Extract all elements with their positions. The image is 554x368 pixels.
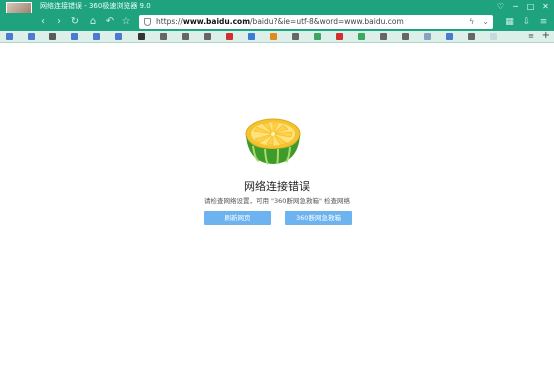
tab-list-icon[interactable]: ≡ xyxy=(528,32,534,40)
address-bar[interactable]: https://www.baidu.com/baidu?&ie=utf-8&wo… xyxy=(139,15,493,29)
tab-favicon-icon[interactable] xyxy=(292,33,299,40)
security-shield-icon xyxy=(144,18,151,26)
close-icon[interactable]: ✕ xyxy=(541,1,550,12)
apps-grid-icon[interactable]: ▦ xyxy=(505,15,514,29)
home-button[interactable]: ⌂ xyxy=(86,15,100,29)
page-content xyxy=(0,43,554,368)
tab-favicon-icon[interactable] xyxy=(49,33,56,40)
tab-favicon-icon[interactable] xyxy=(446,33,453,40)
tab-favicon-icon[interactable] xyxy=(28,33,35,40)
tab-favicon-icon[interactable] xyxy=(115,33,122,40)
download-icon[interactable]: ⇩ xyxy=(522,15,531,29)
tab-bar: ≡ + xyxy=(0,30,554,43)
tab-favicon-icon[interactable] xyxy=(468,33,475,40)
tab-favicon-icon[interactable] xyxy=(402,33,409,40)
address-url[interactable]: https://www.baidu.com/baidu?&ie=utf-8&wo… xyxy=(156,15,404,29)
url-domain: www.baidu.com xyxy=(182,17,251,26)
url-prefix: https:// xyxy=(156,17,183,26)
refresh-page-button[interactable]: 刷新网页 xyxy=(204,211,271,225)
network-first-aid-button[interactable]: 360断网急救箱 xyxy=(285,211,352,225)
tab-favicon-icon[interactable] xyxy=(204,33,211,40)
tab-favicon-icon[interactable] xyxy=(93,33,100,40)
window-title: 网络连接错误 - 360极速浏览器 9.0 xyxy=(40,2,151,10)
tab-favicon-icon[interactable] xyxy=(424,33,431,40)
navigation-bar: ‹ › ↻ ⌂ ↶ ☆ https://www.baidu.com/baidu?… xyxy=(0,13,554,31)
back-button[interactable]: ‹ xyxy=(36,15,50,29)
maximize-icon[interactable]: □ xyxy=(526,1,535,12)
bookmark-star-button[interactable]: ☆ xyxy=(119,15,133,29)
forward-button[interactable]: › xyxy=(52,15,66,29)
tab-favicon-icon[interactable] xyxy=(358,33,365,40)
tab-favicon-icon[interactable] xyxy=(270,33,277,40)
tab-favicon-icon[interactable] xyxy=(6,33,13,40)
tab-favicon-icon[interactable] xyxy=(138,33,145,40)
tab-favicon-icon[interactable] xyxy=(380,33,387,40)
reload-button[interactable]: ↻ xyxy=(68,15,82,29)
minimize-icon[interactable]: ─ xyxy=(511,1,520,12)
title-bar: 网络连接错误 - 360极速浏览器 9.0 ♡ ─ □ ✕ xyxy=(0,0,554,13)
tab-favicon-icon[interactable] xyxy=(160,33,167,40)
tab-favicon-icon[interactable] xyxy=(182,33,189,40)
address-dropdown-icon[interactable]: ⌄ xyxy=(482,15,489,29)
address-icons: ϟ ⌄ xyxy=(469,15,489,29)
tab-favicon-icon[interactable] xyxy=(314,33,321,40)
url-path: /baidu?&ie=utf-8&word=www.baidu.com xyxy=(250,17,404,26)
tab-favicon-icon[interactable] xyxy=(71,33,78,40)
tab-favicon-icon[interactable] xyxy=(226,33,233,40)
new-tab-icon[interactable]: + xyxy=(542,30,550,41)
speed-mode-icon[interactable]: ϟ xyxy=(469,15,474,29)
favorite-heart-icon[interactable]: ♡ xyxy=(496,1,505,12)
tab-favicon-icon[interactable] xyxy=(490,33,497,40)
tab-favicon-icon[interactable] xyxy=(336,33,343,40)
error-title: 网络连接错误 xyxy=(244,180,310,193)
browser-window: 网络连接错误 - 360极速浏览器 9.0 ♡ ─ □ ✕ ‹ › ↻ ⌂ ↶ … xyxy=(0,0,554,368)
toolbar-right: ▦ ⇩ ≡ xyxy=(505,15,548,29)
undo-close-button[interactable]: ↶ xyxy=(103,15,117,29)
error-description: 请检查网络设置，可用 "360断网急救箱" 检查网络 xyxy=(203,197,351,205)
menu-icon[interactable]: ≡ xyxy=(539,15,548,29)
window-controls: ♡ ─ □ ✕ xyxy=(496,1,550,12)
tab-favicon-icon[interactable] xyxy=(248,33,255,40)
lemon-melon-icon xyxy=(245,118,301,165)
